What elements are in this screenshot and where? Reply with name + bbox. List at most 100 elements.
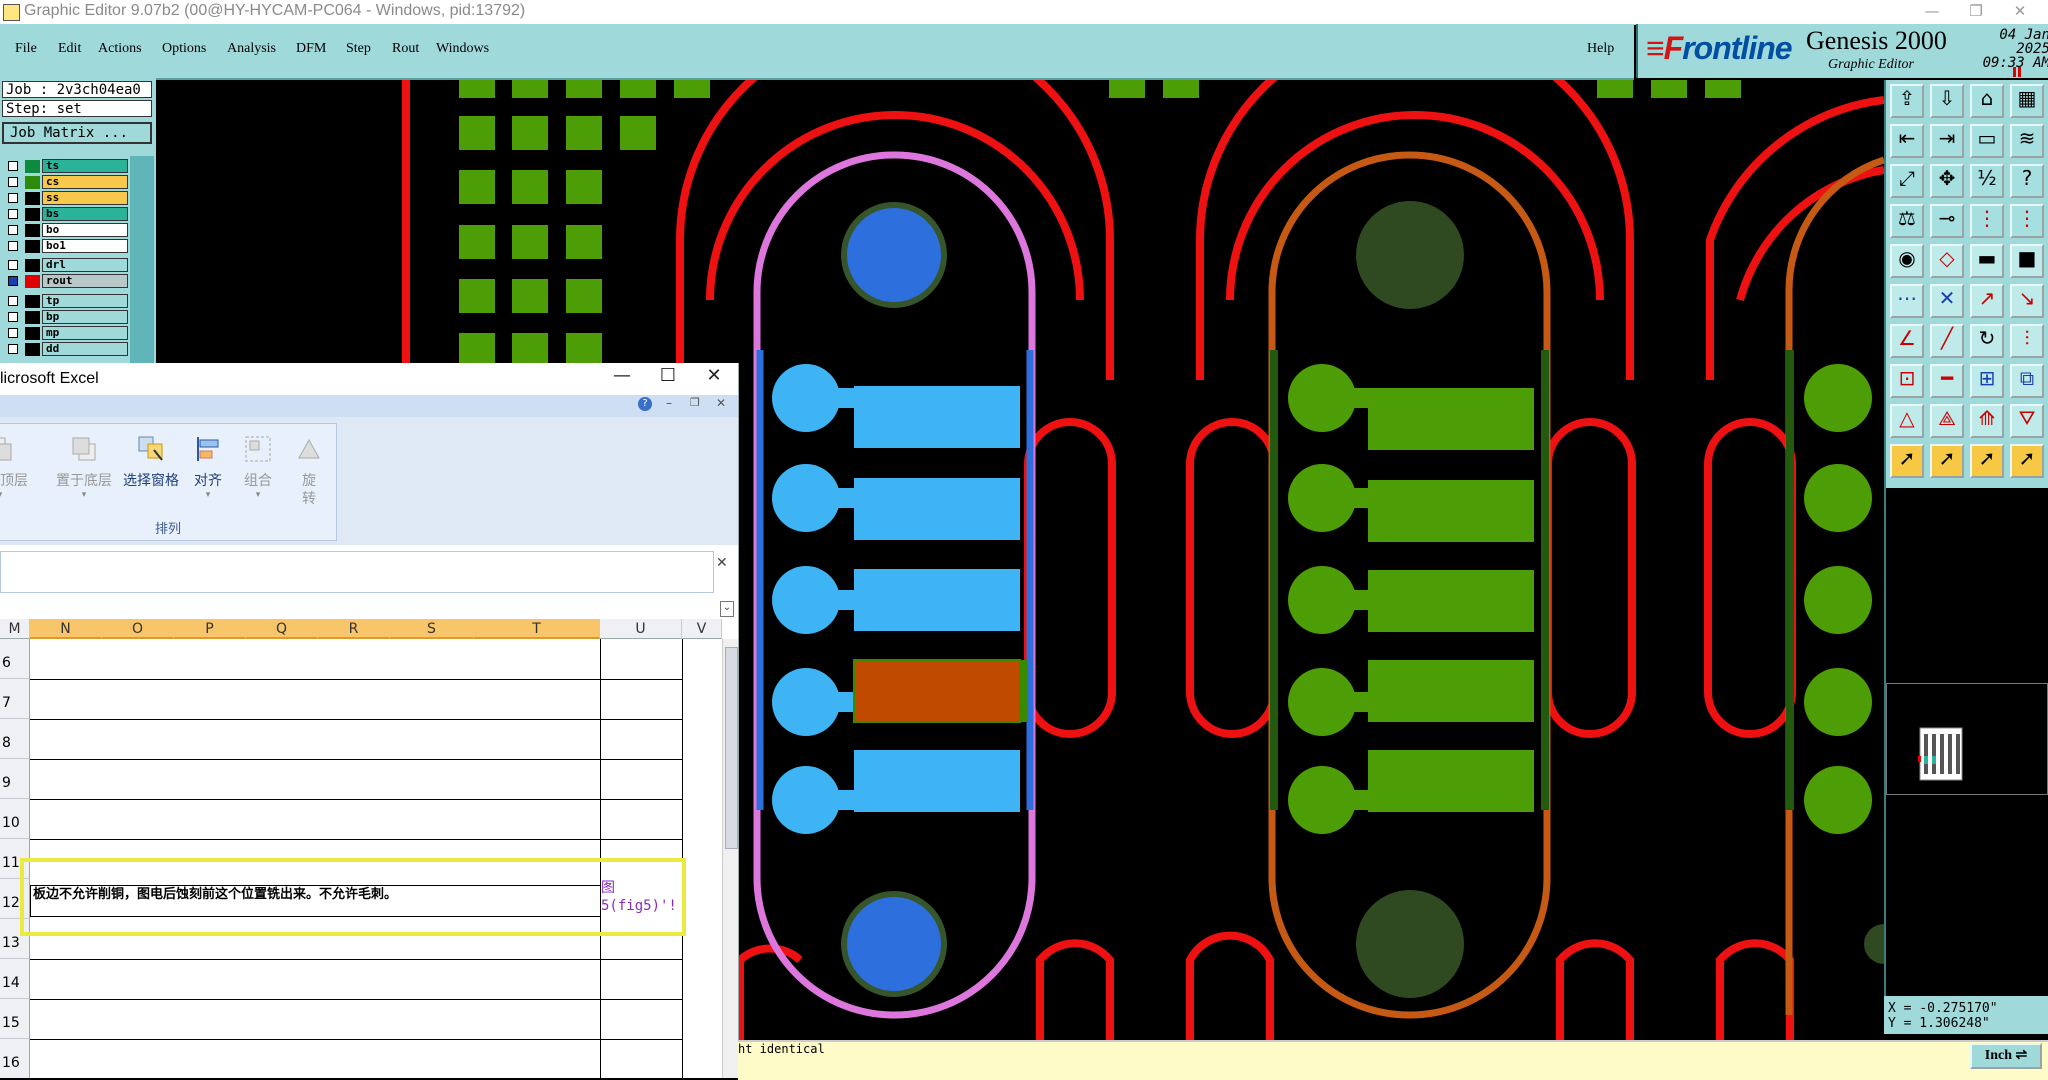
- layer-checkbox[interactable]: [8, 344, 18, 354]
- selected-pad[interactable]: [853, 659, 1021, 723]
- tool-button[interactable]: ⊸: [1930, 204, 1964, 238]
- row-header[interactable]: 10: [0, 799, 30, 839]
- bring-to-front-button[interactable]: 置于顶层 ▾: [0, 432, 30, 518]
- tool-button[interactable]: ⧉: [2010, 364, 2044, 398]
- excel-maximize-button[interactable]: ☐: [648, 365, 688, 393]
- tool-button[interactable]: ⇥: [1930, 124, 1964, 158]
- layer-row[interactable]: ts: [4, 159, 128, 173]
- selection-pane-button[interactable]: 选择窗格: [120, 432, 182, 518]
- column-header[interactable]: M: [0, 619, 30, 639]
- tool-button[interactable]: ⤢: [1890, 164, 1924, 198]
- menu-rout[interactable]: Rout: [392, 41, 419, 57]
- layer-checkbox[interactable]: [8, 241, 18, 251]
- tool-button[interactable]: ✥: [1930, 164, 1964, 198]
- excel-minimize-button[interactable]: —: [602, 365, 642, 393]
- tool-button[interactable]: ━: [1930, 364, 1964, 398]
- tool-button[interactable]: ◇: [1930, 244, 1964, 278]
- cell-n12[interactable]: 板边不允许削铜，图电后蚀刻前这个位置铣出来。不允许毛刺。: [30, 885, 600, 917]
- layer-row[interactable]: drl: [4, 258, 128, 272]
- menu-step[interactable]: Step: [346, 41, 371, 57]
- column-header[interactable]: R: [318, 619, 390, 639]
- formula-close-icon[interactable]: ✕: [716, 555, 728, 571]
- tool-button[interactable]: ∠: [1890, 324, 1924, 358]
- menu-edit[interactable]: Edit: [58, 41, 81, 57]
- row-header[interactable]: 8: [0, 719, 30, 759]
- column-header[interactable]: N: [30, 619, 102, 639]
- group-button[interactable]: 组合 ▾: [228, 432, 288, 518]
- formula-bar[interactable]: [0, 551, 714, 593]
- tool-button[interactable]: ≋: [2010, 124, 2044, 158]
- menu-actions[interactable]: Actions: [98, 41, 142, 57]
- tool-button[interactable]: ◉: [1890, 244, 1924, 278]
- tool-button[interactable]: ⋮: [1970, 204, 2004, 238]
- layer-row[interactable]: bo: [4, 223, 128, 237]
- tool-button[interactable]: ½: [1970, 164, 2004, 198]
- row-header[interactable]: 16: [0, 1039, 30, 1078]
- layer-row[interactable]: dd: [4, 342, 128, 356]
- tool-button[interactable]: ⋮: [2010, 204, 2044, 238]
- menu-file[interactable]: File: [15, 41, 37, 57]
- column-header[interactable]: Q: [246, 619, 318, 639]
- formula-expand-icon[interactable]: ⌄: [720, 601, 734, 617]
- column-header[interactable]: S: [390, 619, 474, 639]
- row-header[interactable]: 9: [0, 759, 30, 799]
- tool-button[interactable]: ⫶: [2010, 324, 2044, 358]
- tool-button[interactable]: ↘: [2010, 284, 2044, 318]
- help-icon[interactable]: ?: [638, 397, 652, 411]
- board-thumbnail[interactable]: [1918, 726, 1964, 782]
- tool-button[interactable]: ⋯: [1890, 284, 1924, 318]
- send-to-back-button[interactable]: 置于底层 ▾: [54, 432, 114, 518]
- tool-button[interactable]: ⇪: [1890, 84, 1924, 118]
- layer-row[interactable]: ss: [4, 191, 128, 205]
- menu-dfm[interactable]: DFM: [296, 41, 326, 57]
- menu-windows[interactable]: Windows: [436, 41, 489, 57]
- layer-row[interactable]: cs: [4, 175, 128, 189]
- layer-row[interactable]: bo1: [4, 239, 128, 253]
- layer-scrollbar[interactable]: [130, 156, 154, 363]
- layer-checkbox[interactable]: [8, 225, 18, 235]
- row-header[interactable]: 15: [0, 999, 30, 1039]
- tool-button[interactable]: ⊞: [1970, 364, 2004, 398]
- layer-row[interactable]: tp: [4, 294, 128, 308]
- ribbon-minimize-icon[interactable]: –: [666, 396, 672, 410]
- layer-checkbox[interactable]: [8, 276, 18, 286]
- layer-checkbox[interactable]: [8, 312, 18, 322]
- tool-button[interactable]: ╱: [1930, 324, 1964, 358]
- job-matrix-button[interactable]: Job Matrix ...: [2, 122, 152, 144]
- tool-button[interactable]: ↗: [1970, 284, 2004, 318]
- ribbon-restore-icon[interactable]: ❐: [690, 396, 700, 409]
- tool-button[interactable]: △: [1890, 404, 1924, 438]
- tool-button[interactable]: ⟁: [1930, 404, 1964, 438]
- unit-selector[interactable]: Inch ⇌: [1970, 1043, 2042, 1069]
- menu-options[interactable]: Options: [162, 41, 206, 57]
- layer-checkbox[interactable]: [8, 328, 18, 338]
- excel-close-button[interactable]: ✕: [694, 365, 734, 393]
- row-header[interactable]: 7: [0, 679, 30, 719]
- tool-button[interactable]: ⇤: [1890, 124, 1924, 158]
- close-button[interactable]: ✕: [1998, 0, 2042, 24]
- row-header[interactable]: 14: [0, 959, 30, 999]
- tool-button[interactable]: ▬: [1970, 244, 2004, 278]
- menu-help[interactable]: Help: [1587, 41, 1614, 57]
- tool-button[interactable]: ▭: [1970, 124, 2004, 158]
- layer-row[interactable]: bp: [4, 310, 128, 324]
- layer-row[interactable]: rout: [4, 274, 128, 288]
- vertical-scrollbar[interactable]: [722, 639, 738, 1078]
- tool-button[interactable]: ➚: [1970, 444, 2004, 478]
- tool-button[interactable]: ■: [2010, 244, 2044, 278]
- tool-button[interactable]: ⛛: [2010, 404, 2044, 438]
- restore-button[interactable]: ❐: [1954, 0, 1998, 24]
- ribbon-close-icon[interactable]: ✕: [716, 396, 726, 410]
- column-header[interactable]: O: [102, 619, 174, 639]
- tool-button[interactable]: ▦: [2010, 84, 2044, 118]
- tool-button[interactable]: ➚: [1890, 444, 1924, 478]
- layer-checkbox[interactable]: [8, 296, 18, 306]
- tool-button[interactable]: ➚: [1930, 444, 1964, 478]
- column-header[interactable]: T: [474, 619, 600, 639]
- layer-row[interactable]: mp: [4, 326, 128, 340]
- tool-button[interactable]: ⌂: [1970, 84, 2004, 118]
- tool-button[interactable]: ⊡: [1890, 364, 1924, 398]
- layer-checkbox[interactable]: [8, 177, 18, 187]
- column-header[interactable]: P: [174, 619, 246, 639]
- cell-u12-link[interactable]: 图 5(fig5)'!: [601, 879, 679, 915]
